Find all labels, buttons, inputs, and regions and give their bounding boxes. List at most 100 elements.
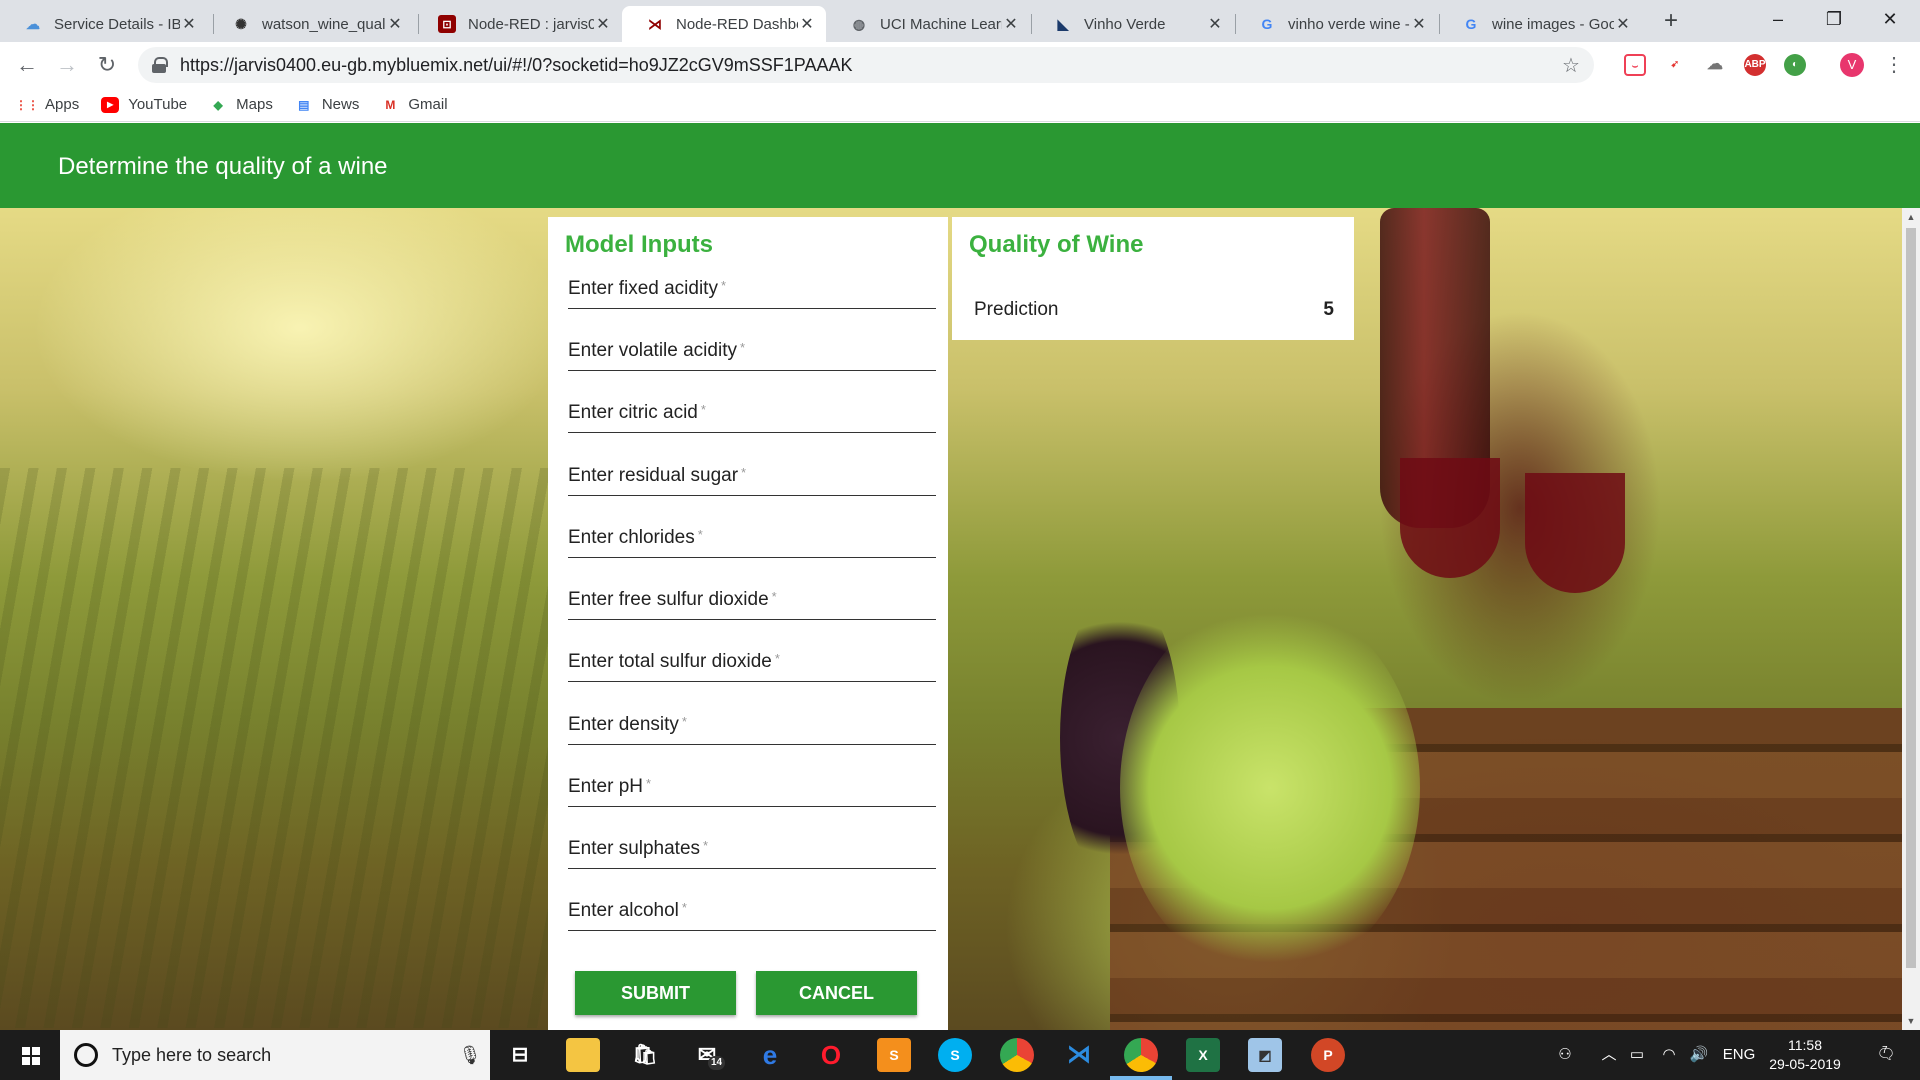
forward-arrow-icon[interactable]: → xyxy=(52,50,82,80)
tab-vinho-verde[interactable]: ◣ Vinho Verde ✕ xyxy=(1030,6,1234,42)
fixed-acidity-field[interactable]: Enter fixed acidity * xyxy=(568,269,936,309)
density-field[interactable]: Enter density * xyxy=(568,705,936,745)
page-scrollbar[interactable]: ▲ ▼ xyxy=(1902,208,1920,1030)
wine-glass-image xyxy=(1525,473,1625,593)
tab-node-red-dashboard[interactable]: ⋊ Node-RED Dashbo ✕ xyxy=(622,6,826,42)
minimize-button[interactable]: – xyxy=(1748,0,1808,38)
dashboard-page: Determine the quality of a wine ▲ ▼ Mode… xyxy=(0,123,1920,1030)
store-icon[interactable]: 🛍 xyxy=(628,1038,662,1072)
opera-icon[interactable]: O xyxy=(814,1038,848,1072)
close-icon[interactable]: ✕ xyxy=(1002,14,1020,34)
model-inputs-card: Model Inputs Enter fixed acidity * Enter … xyxy=(548,217,948,1030)
bookmark-apps[interactable]: ⋮⋮ Apps xyxy=(15,96,79,113)
close-window-button[interactable]: ✕ xyxy=(1860,0,1920,38)
total-sulfur-dioxide-field[interactable]: Enter total sulfur dioxide * xyxy=(568,642,936,682)
gmail-icon: M xyxy=(385,97,396,112)
node-red-dashboard-icon: ⋊ xyxy=(648,15,662,32)
bookmark-label: Maps xyxy=(236,96,273,113)
url-text[interactable]: https://jarvis0400.eu-gb.mybluemix.net/u… xyxy=(180,55,1556,76)
restore-button[interactable]: ❐ xyxy=(1804,0,1864,38)
cancel-button[interactable]: CANCEL xyxy=(756,971,917,1015)
bookmarks-bar: ⋮⋮ Apps ▶ YouTube ◆ Maps ▤ News M Gmail xyxy=(0,88,1920,122)
skype-icon[interactable]: S xyxy=(938,1038,972,1072)
tab-service-details[interactable]: ☁ Service Details - IB ✕ xyxy=(0,6,208,42)
reload-icon[interactable]: ↻ xyxy=(92,50,122,80)
scroll-up-icon[interactable]: ▲ xyxy=(1906,212,1916,222)
new-tab-button[interactable]: + xyxy=(1656,6,1686,36)
scroll-down-icon[interactable]: ▼ xyxy=(1906,1016,1916,1026)
bookmark-youtube[interactable]: ▶ YouTube xyxy=(101,96,187,113)
battery-icon[interactable]: ▭ xyxy=(1624,1030,1650,1080)
close-icon[interactable]: ✕ xyxy=(798,14,816,34)
taskbar-search-box[interactable]: Type here to search 🎙 xyxy=(60,1030,490,1080)
node-red-icon: ⊡ xyxy=(438,15,456,33)
bookmark-gmail[interactable]: M Gmail xyxy=(381,96,447,113)
microphone-icon[interactable]: 🎙 xyxy=(450,1045,490,1066)
field-label: Enter free sulfur dioxide * xyxy=(568,589,777,610)
file-explorer-icon[interactable] xyxy=(566,1038,600,1072)
task-view-icon[interactable]: ⊟ xyxy=(503,1038,537,1072)
field-label: Enter density * xyxy=(568,714,687,735)
back-arrow-icon[interactable]: ← xyxy=(12,50,42,80)
tab-node-red-editor[interactable]: ⊡ Node-RED : jarvis0 ✕ xyxy=(414,6,622,42)
ph-field[interactable]: Enter pH * xyxy=(568,767,936,807)
tab-title: Node-RED Dashbo xyxy=(676,15,798,33)
close-icon[interactable]: ✕ xyxy=(1410,14,1428,34)
residual-sugar-field[interactable]: Enter residual sugar * xyxy=(568,456,936,496)
edge-icon[interactable]: e xyxy=(753,1038,787,1072)
mail-icon[interactable]: ✉ 14 xyxy=(690,1038,726,1072)
language-indicator[interactable]: ENG xyxy=(1718,1030,1760,1080)
tab-uci-machine-learning[interactable]: ◍ UCI Machine Learn ✕ xyxy=(826,6,1030,42)
bookmark-star-icon[interactable]: ☆ xyxy=(1556,53,1586,78)
profile-avatar[interactable]: V xyxy=(1840,53,1864,77)
close-icon[interactable]: ✕ xyxy=(1614,14,1632,34)
powerpoint-icon[interactable]: P xyxy=(1311,1038,1345,1072)
globe-extension-icon[interactable]: ◐ xyxy=(1784,54,1806,76)
scrollbar-thumb[interactable] xyxy=(1906,228,1916,968)
chrome-active-icon[interactable] xyxy=(1124,1038,1158,1072)
wine-glass-image xyxy=(1400,458,1500,578)
model-inputs-title: Model Inputs xyxy=(565,231,713,258)
close-icon[interactable]: ✕ xyxy=(180,14,198,34)
page-title: Determine the quality of a wine xyxy=(58,153,388,180)
tab-wine-images-search[interactable]: G wine images - Goo ✕ xyxy=(1438,6,1642,42)
notes-icon[interactable]: ◩ xyxy=(1248,1038,1282,1072)
cloud-extension-icon[interactable]: ☁ xyxy=(1704,54,1726,76)
vscode-icon[interactable]: ⋊ xyxy=(1062,1038,1096,1072)
cloud-icon: ☁ xyxy=(26,15,40,32)
address-bar[interactable]: https://jarvis0400.eu-gb.mybluemix.net/u… xyxy=(138,47,1594,83)
close-icon[interactable]: ✕ xyxy=(386,14,404,34)
bookmark-maps[interactable]: ◆ Maps xyxy=(209,96,273,113)
tab-watson-wine-quality[interactable]: ✺ watson_wine_quali ✕ xyxy=(208,6,414,42)
close-icon[interactable]: ✕ xyxy=(594,14,612,34)
close-icon[interactable]: ✕ xyxy=(1206,14,1224,34)
chrome-icon[interactable] xyxy=(1000,1038,1034,1072)
system-clock[interactable]: 11:58 29-05-2019 xyxy=(1760,1036,1850,1074)
prediction-label: Prediction xyxy=(974,299,1059,320)
vinho-verde-icon: ◣ xyxy=(1057,15,1069,32)
excel-icon[interactable]: X xyxy=(1186,1038,1220,1072)
notification-center-icon[interactable]: 🗨 7 xyxy=(1866,1030,1906,1080)
submit-button[interactable]: SUBMIT xyxy=(575,971,736,1015)
people-icon[interactable]: ⚇ xyxy=(1550,1030,1580,1080)
volatile-acidity-field[interactable]: Enter volatile acidity * xyxy=(568,331,936,371)
sublime-text-icon[interactable]: S xyxy=(877,1038,911,1072)
alcohol-field[interactable]: Enter alcohol * xyxy=(568,891,936,931)
free-sulfur-dioxide-field[interactable]: Enter free sulfur dioxide * xyxy=(568,580,936,620)
field-label: Enter total sulfur dioxide * xyxy=(568,651,780,672)
wifi-icon[interactable]: ◠ xyxy=(1656,1030,1682,1080)
sulphates-field[interactable]: Enter sulphates * xyxy=(568,829,936,869)
show-hidden-icons-chevron[interactable]: ︿ xyxy=(1598,1030,1620,1080)
tab-vinho-verde-wine-search[interactable]: G vinho verde wine - ✕ xyxy=(1234,6,1438,42)
start-button[interactable] xyxy=(0,1030,60,1080)
volume-icon[interactable]: 🔊 xyxy=(1686,1030,1712,1080)
clock-date: 29-05-2019 xyxy=(1769,1056,1841,1072)
chlorides-field[interactable]: Enter chlorides * xyxy=(568,518,936,558)
pocket-extension-icon[interactable]: ⌣ xyxy=(1624,54,1646,76)
google-icon: G xyxy=(1465,16,1477,32)
more-menu-icon[interactable]: ⋮ xyxy=(1884,52,1904,78)
flashcard-extension-icon[interactable]: ➹ xyxy=(1664,54,1686,76)
citric-acid-field[interactable]: Enter citric acid * xyxy=(568,393,936,433)
bookmark-news[interactable]: ▤ News xyxy=(295,96,359,113)
adblock-extension-icon[interactable]: ABP xyxy=(1744,54,1766,76)
